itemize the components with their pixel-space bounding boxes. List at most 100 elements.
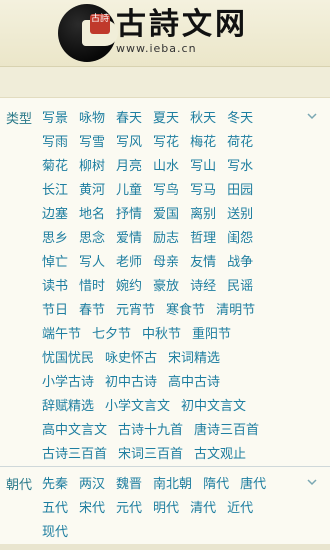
category-link[interactable]: 咏史怀古 [105, 347, 157, 366]
category-row: 读书 惜时 婉约 豪放 诗经 民谣 [42, 272, 322, 296]
category-row: 长江 黄河 儿童 写鸟 写马 田园 [42, 176, 322, 200]
category-link[interactable]: 秋天 [190, 107, 216, 126]
category-link[interactable]: 中秋节 [142, 323, 181, 342]
category-link[interactable]: 古文观止 [194, 443, 246, 462]
category-link[interactable]: 清明节 [216, 299, 255, 318]
category-link[interactable]: 初中文言文 [181, 395, 246, 414]
dynasty-link[interactable]: 南北朝 [153, 473, 192, 492]
category-link[interactable]: 古诗三百首 [42, 443, 107, 462]
category-link[interactable]: 写雪 [79, 131, 105, 150]
category-label: 类型 [6, 112, 33, 127]
category-link[interactable]: 思乡 [42, 227, 68, 246]
category-link[interactable]: 梅花 [190, 131, 216, 150]
category-link[interactable]: 端午节 [42, 323, 81, 342]
category-link[interactable]: 诗经 [190, 275, 216, 294]
category-link[interactable]: 哲理 [190, 227, 216, 246]
category-link[interactable]: 小学古诗 [42, 371, 94, 390]
dynasty-row: 五代 宋代 元代 明代 清代 近代 [42, 494, 322, 518]
category-link[interactable]: 荷花 [227, 131, 253, 150]
category-link[interactable]: 写人 [79, 251, 105, 270]
category-link[interactable]: 战争 [227, 251, 253, 270]
dynasty-link[interactable]: 魏晋 [116, 473, 142, 492]
category-link[interactable]: 冬天 [227, 107, 253, 126]
category-link[interactable]: 夏天 [153, 107, 179, 126]
dynasty-link[interactable]: 元代 [116, 497, 142, 516]
category-link[interactable]: 离别 [190, 203, 216, 222]
dynasty-link[interactable]: 唐代 [240, 473, 266, 492]
dynasty-link[interactable]: 明代 [153, 497, 179, 516]
category-link[interactable]: 春节 [79, 299, 105, 318]
category-row: 写景 咏物 春天 夏天 秋天 冬天 [42, 104, 322, 128]
category-row: 节日 春节 元宵节 寒食节 清明节 [42, 296, 322, 320]
category-link[interactable]: 寒食节 [166, 299, 205, 318]
dynasty-link[interactable]: 两汉 [79, 473, 105, 492]
category-link[interactable]: 闺怨 [227, 227, 253, 246]
dynasty-row: 现代 [42, 518, 322, 542]
category-link[interactable]: 边塞 [42, 203, 68, 222]
category-link[interactable]: 读书 [42, 275, 68, 294]
dynasty-link[interactable]: 先秦 [42, 473, 68, 492]
category-link[interactable]: 节日 [42, 299, 68, 318]
dynasty-link[interactable]: 隋代 [203, 473, 229, 492]
category-link[interactable]: 惜时 [79, 275, 105, 294]
category-link[interactable]: 高中文言文 [42, 419, 107, 438]
category-row: 古诗三百首 宋词三百首 古文观止 [42, 440, 322, 464]
category-link[interactable]: 民谣 [227, 275, 253, 294]
dynasty-link[interactable]: 五代 [42, 497, 68, 516]
category-link[interactable]: 地名 [79, 203, 105, 222]
category-link[interactable]: 写水 [227, 155, 253, 174]
category-link[interactable]: 老师 [116, 251, 142, 270]
category-link[interactable]: 豪放 [153, 275, 179, 294]
category-link[interactable]: 写鸟 [153, 179, 179, 198]
category-link[interactable]: 写风 [116, 131, 142, 150]
category-link[interactable]: 友情 [190, 251, 216, 270]
site-url: www.ieba.cn [116, 42, 197, 55]
category-link[interactable]: 重阳节 [192, 323, 231, 342]
category-link[interactable]: 辞赋精选 [42, 395, 94, 414]
category-link[interactable]: 七夕节 [92, 323, 131, 342]
category-link[interactable]: 长江 [42, 179, 68, 198]
category-link[interactable]: 小学文言文 [105, 395, 170, 414]
category-link[interactable]: 儿童 [116, 179, 142, 198]
category-link[interactable]: 元宵节 [116, 299, 155, 318]
category-link[interactable]: 写山 [190, 155, 216, 174]
category-link[interactable]: 高中古诗 [168, 371, 220, 390]
category-link[interactable]: 抒情 [116, 203, 142, 222]
category-link[interactable]: 山水 [153, 155, 179, 174]
category-link[interactable]: 宋词精选 [168, 347, 220, 366]
bottom-bar [0, 544, 330, 550]
category-link[interactable]: 菊花 [42, 155, 68, 174]
category-link[interactable]: 黄河 [79, 179, 105, 198]
category-link[interactable]: 古诗十九首 [118, 419, 183, 438]
category-link[interactable]: 婉约 [116, 275, 142, 294]
dynasty-link[interactable]: 现代 [42, 521, 68, 540]
category-link[interactable]: 思念 [79, 227, 105, 246]
category-link[interactable]: 送别 [227, 203, 253, 222]
category-link[interactable]: 宋词三百首 [118, 443, 183, 462]
dynasty-link[interactable]: 清代 [190, 497, 216, 516]
category-link[interactable]: 柳树 [79, 155, 105, 174]
category-link[interactable]: 写雨 [42, 131, 68, 150]
category-link[interactable]: 唐诗三百首 [194, 419, 259, 438]
category-link[interactable]: 写马 [190, 179, 216, 198]
category-link[interactable]: 励志 [153, 227, 179, 246]
category-link[interactable]: 初中古诗 [105, 371, 157, 390]
category-link[interactable]: 写花 [153, 131, 179, 150]
category-link[interactable]: 田园 [227, 179, 253, 198]
category-link[interactable]: 爱情 [116, 227, 142, 246]
dynasty-link[interactable]: 宋代 [79, 497, 105, 516]
category-link[interactable]: 春天 [116, 107, 142, 126]
category-row: 高中文言文 古诗十九首 唐诗三百首 [42, 416, 322, 440]
category-link[interactable]: 母亲 [153, 251, 179, 270]
category-link[interactable]: 咏物 [79, 107, 105, 126]
category-link[interactable]: 写景 [42, 107, 68, 126]
dynasty-link[interactable]: 近代 [227, 497, 253, 516]
category-link[interactable]: 悼亡 [42, 251, 68, 270]
section-divider [0, 466, 330, 467]
category-row: 辞赋精选 小学文言文 初中文言文 [42, 392, 322, 416]
category-link[interactable]: 忧国忧民 [42, 347, 94, 366]
category-row: 菊花 柳树 月亮 山水 写山 写水 [42, 152, 322, 176]
category-link[interactable]: 月亮 [116, 155, 142, 174]
category-link[interactable]: 爱国 [153, 203, 179, 222]
category-items: 写景 咏物 春天 夏天 秋天 冬天 写雨 写雪 写风 写花 梅花 荷花 菊花 柳树 月亮 山水 写山 写水 长江 黄河… [42, 104, 322, 464]
